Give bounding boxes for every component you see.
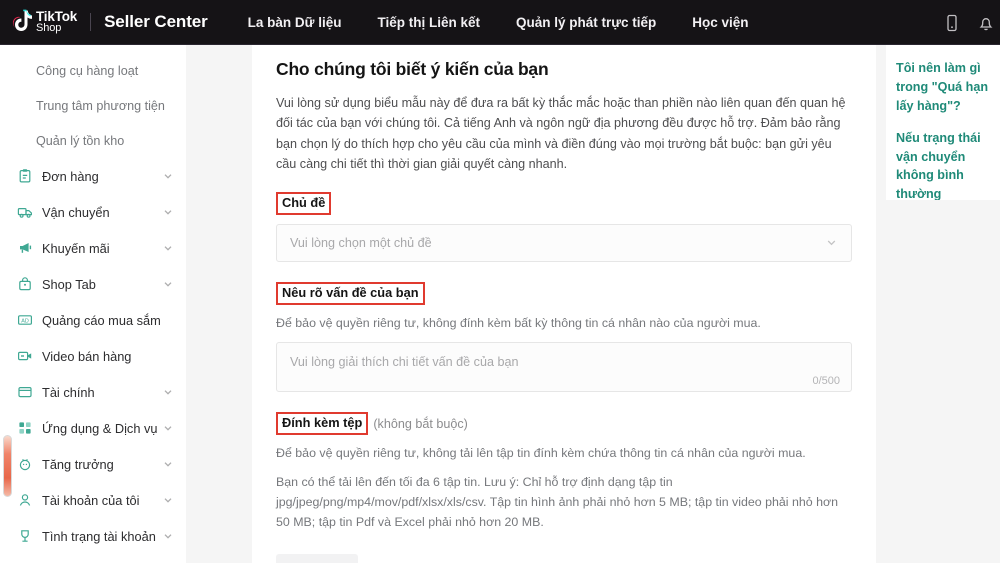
chevron-down-icon[interactable] <box>162 530 174 542</box>
chevron-down-icon[interactable] <box>162 206 174 218</box>
svg-text:AD: AD <box>21 318 29 324</box>
issue-field-label: Nêu rõ vấn đề của bạn <box>276 281 425 305</box>
sidebar-label-account-health: Tình trạng tài khoản <box>42 528 156 544</box>
trophy-icon <box>16 528 33 545</box>
header-divider <box>90 13 92 31</box>
sidebar-item-help-center[interactable]: ? Trung tâm Trợ giúp <box>0 554 186 563</box>
bell-icon[interactable] <box>976 13 996 33</box>
sidebar-item-shopping-ads[interactable]: AD Quảng cáo mua sắm <box>0 302 186 338</box>
logo-text-tiktok: TikTok <box>36 8 78 24</box>
issue-textarea-placeholder: Vui lòng giải thích chi tiết vấn đề của … <box>290 355 519 370</box>
help-link-overdue-pickup[interactable]: Tôi nên làm gì trong "Quá hạn lấy hàng"? <box>896 59 1000 116</box>
sidebar-item-account-health[interactable]: Tình trạng tài khoản <box>0 518 186 554</box>
ads-icon: AD <box>16 312 33 329</box>
sidebar-label-my-account: Tài khoản của tôi <box>42 492 140 508</box>
user-icon <box>16 492 33 509</box>
sidebar-label-finance: Tài chính <box>42 384 95 400</box>
nav-item-affiliate[interactable]: Tiếp thị Liên kết <box>359 15 498 30</box>
megaphone-icon <box>16 240 33 257</box>
sidebar-label-shopping-ads: Quảng cáo mua sắm <box>42 312 161 328</box>
chevron-down-icon[interactable] <box>162 494 174 506</box>
chevron-down-icon[interactable] <box>162 422 174 434</box>
issue-helper-text: Để bảo vệ quyền riêng tư, không đính kèm… <box>276 315 761 330</box>
sidebar-item-apps-services[interactable]: Ứng dụng & Dịch vụ <box>0 410 186 446</box>
left-sidebar: Công cụ hàng loạt Trung tâm phương tiện … <box>0 45 186 563</box>
header-right-icons <box>942 0 1000 45</box>
growth-icon <box>16 456 33 473</box>
tiktok-note-icon <box>10 9 32 35</box>
sidebar-label-shop-tab: Shop Tab <box>42 276 96 292</box>
sidebar-item-shoppable-video[interactable]: Video bán hàng <box>0 338 186 374</box>
help-link-abnormal-shipping[interactable]: Nếu trạng thái vận chuyển không bình thư… <box>896 129 1000 200</box>
chevron-down-icon[interactable] <box>162 170 174 182</box>
sidebar-item-finance[interactable]: Tài chính <box>0 374 186 410</box>
sidebar-label-growth: Tăng trưởng <box>42 456 114 472</box>
attach-helper-privacy: Để bảo vệ quyền riêng tư, không tải lên … <box>276 446 806 461</box>
wallet-icon <box>16 384 33 401</box>
issue-label-row: Nêu rõ vấn đề của bạn <box>276 281 852 305</box>
app-root: TikTok Shop Seller Center La bàn Dữ liệu… <box>0 0 1000 563</box>
sidebar-item-growth[interactable]: Tăng trưởng <box>0 446 186 482</box>
sidebar-item-inventory[interactable]: Quản lý tồn kho <box>0 123 186 158</box>
tiktok-shop-logo[interactable]: TikTok Shop <box>0 9 77 35</box>
bag-icon <box>16 276 33 293</box>
sidebar-scrollbar-thumb[interactable] <box>3 435 12 497</box>
video-icon <box>16 348 33 365</box>
sidebar-item-orders[interactable]: Đơn hàng <box>0 158 186 194</box>
nav-item-live-management[interactable]: Quản lý phát trực tiếp <box>498 15 674 30</box>
sidebar-item-promotions[interactable]: Khuyến mãi <box>0 230 186 266</box>
chevron-down-icon[interactable] <box>162 386 174 398</box>
right-help-panel: Tôi nên làm gì trong "Quá hạn lấy hàng"?… <box>886 45 1000 200</box>
attach-helper-formats: Bạn có thể tải lên đến tối đa 6 tập tin.… <box>276 475 839 529</box>
sidebar-label-apps-services: Ứng dụng & Dịch vụ <box>42 420 158 436</box>
nav-item-data-compass[interactable]: La bàn Dữ liệu <box>230 15 360 30</box>
topic-field-label: Chủ đề <box>276 191 332 215</box>
page-title: Cho chúng tôi biết ý kiến của bạn <box>276 59 549 79</box>
header-nav: La bàn Dữ liệu Tiếp thị Liên kết Quản lý… <box>230 15 767 30</box>
chevron-down-icon[interactable] <box>162 458 174 470</box>
content-gutter <box>186 45 252 563</box>
topic-label-row: Chủ đề <box>276 191 852 215</box>
attach-optional-note: (không bắt buộc) <box>373 416 468 431</box>
seller-center-title: Seller Center <box>104 12 208 31</box>
logo-text-shop: Shop <box>36 22 62 35</box>
truck-icon <box>16 204 33 221</box>
nav-item-academy[interactable]: Học viện <box>674 15 766 30</box>
sidebar-item-my-account[interactable]: Tài khoản của tôi <box>0 482 186 518</box>
sidebar-label-shoppable-video: Video bán hàng <box>42 348 132 364</box>
issue-textarea[interactable]: Vui lòng giải thích chi tiết vấn đề của … <box>276 342 852 393</box>
top-header: TikTok Shop Seller Center La bàn Dữ liệu… <box>0 0 1000 45</box>
intro-paragraph: Vui lòng sử dụng biểu mẫu này để đưa ra … <box>276 96 846 172</box>
topic-select-placeholder: Vui lòng chọn một chủ đề <box>290 235 432 250</box>
sidebar-item-bulk-tools[interactable]: Công cụ hàng loạt <box>0 53 186 88</box>
main-content-panel: Cho chúng tôi biết ý kiến của bạn Vui lò… <box>252 45 876 563</box>
sidebar-label-promotions: Khuyến mãi <box>42 240 110 256</box>
issue-char-counter: 0/500 <box>812 375 840 388</box>
chevron-down-icon[interactable] <box>162 278 174 290</box>
chevron-down-icon[interactable] <box>162 242 174 254</box>
clipboard-icon <box>16 168 33 185</box>
sidebar-label-orders: Đơn hàng <box>42 168 99 184</box>
attach-label-row: Đính kèm tệp (không bắt buộc) <box>276 412 852 436</box>
sidebar-item-media-center[interactable]: Trung tâm phương tiện <box>0 88 186 123</box>
chevron-down-icon <box>825 236 838 249</box>
upload-button[interactable]: Tải lên <box>276 553 359 563</box>
attach-field-label: Đính kèm tệp <box>276 412 369 436</box>
sidebar-label-shipping: Vận chuyển <box>42 204 110 220</box>
sidebar-item-shop-tab[interactable]: Shop Tab <box>0 266 186 302</box>
sidebar-item-shipping[interactable]: Vận chuyển <box>0 194 186 230</box>
topic-select[interactable]: Vui lòng chọn một chủ đề <box>276 223 852 262</box>
apps-grid-icon <box>16 420 33 437</box>
mobile-icon[interactable] <box>942 13 962 33</box>
